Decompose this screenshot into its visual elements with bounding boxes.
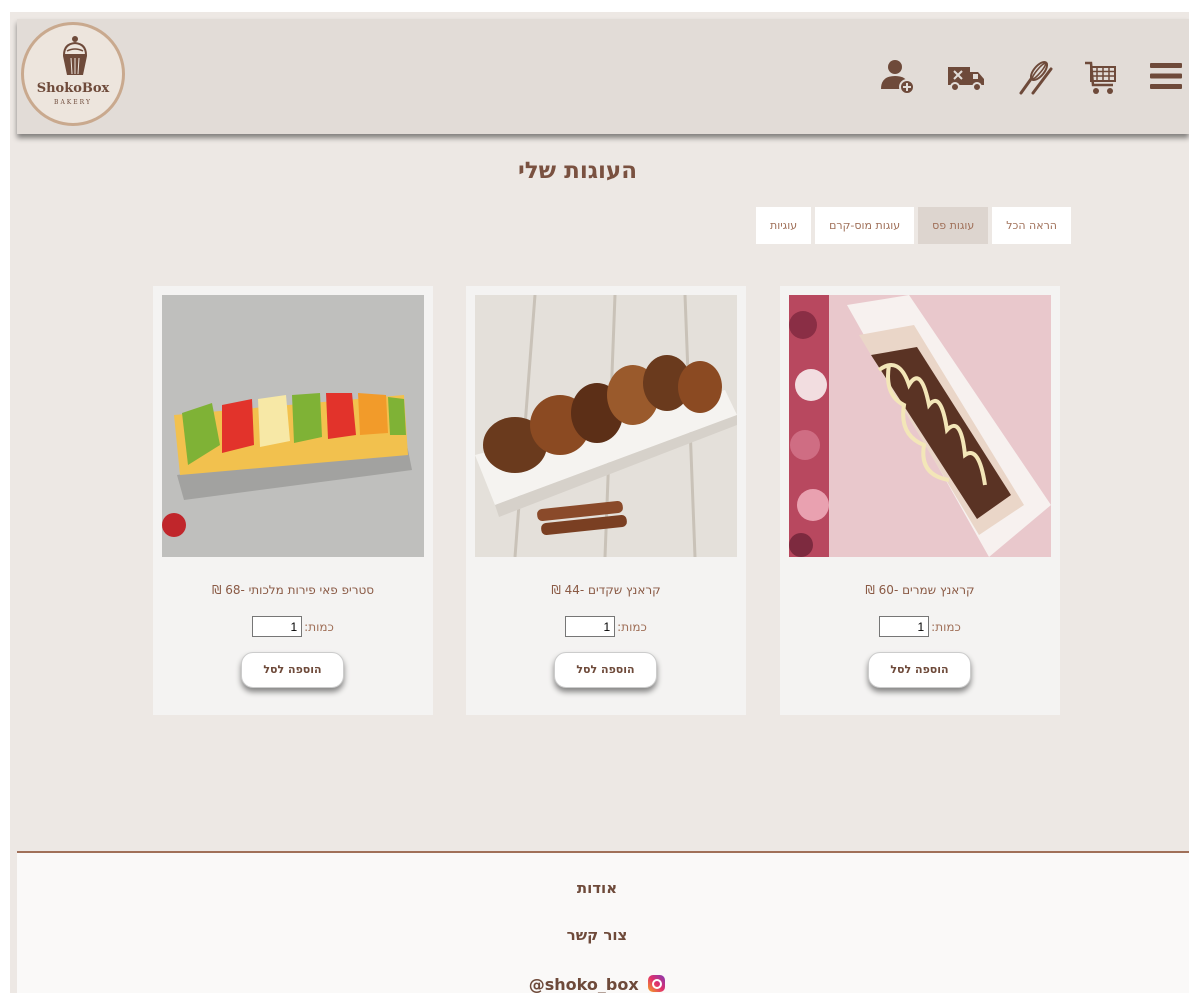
footer: אודות צור קשר @shoko_box bbox=[17, 851, 1189, 993]
product-name: קראנץ שקדים -44 ₪ bbox=[551, 583, 661, 597]
category-filters: הראה הכל עוגות פס עוגות מוס-קרם עוגיות bbox=[752, 207, 1071, 244]
hamburger-menu-icon[interactable] bbox=[1149, 59, 1189, 99]
quantity-row: כמות: bbox=[466, 616, 746, 637]
quantity-input[interactable] bbox=[252, 616, 303, 637]
page-title: העוגות שלי bbox=[517, 158, 638, 184]
add-to-cart-button[interactable]: הוספה לסל bbox=[241, 652, 344, 688]
footer-link-contact[interactable]: צור קשר bbox=[17, 926, 1177, 944]
filter-mousse-cakes[interactable]: עוגות מוס-קרם bbox=[815, 207, 915, 244]
quantity-label: כמות: bbox=[931, 619, 961, 634]
product-image[interactable] bbox=[475, 295, 737, 557]
quantity-row: כמות: bbox=[153, 616, 433, 637]
filter-show-all[interactable]: הראה הכל bbox=[992, 207, 1071, 244]
quantity-input[interactable] bbox=[565, 616, 616, 637]
product-name: קראנץ שמרים -60 ₪ bbox=[865, 583, 975, 597]
instagram-link[interactable]: @shoko_box bbox=[17, 975, 1177, 993]
whisk-icon[interactable] bbox=[1017, 59, 1057, 99]
instagram-handle: @shoko_box bbox=[528, 975, 639, 993]
logo[interactable]: ShokoBox BAKERY bbox=[21, 22, 125, 126]
product-name: סטריפ פאי פירות מלכותי -68 ₪ bbox=[211, 583, 375, 597]
logo-name: ShokoBox bbox=[36, 81, 110, 96]
delivery-truck-icon[interactable] bbox=[946, 59, 986, 99]
logo-tagline: BAKERY bbox=[54, 99, 92, 106]
product-image[interactable] bbox=[789, 295, 1051, 557]
filter-strip-cakes[interactable]: עוגות פס bbox=[918, 207, 989, 244]
product-image[interactable] bbox=[162, 295, 424, 557]
quantity-input[interactable] bbox=[879, 616, 930, 637]
quantity-row: כמות: bbox=[780, 616, 1060, 637]
header: ShokoBox BAKERY bbox=[17, 19, 1189, 134]
product-card: קראנץ שמרים -60 ₪ כמות: הוספה לסל bbox=[780, 286, 1060, 715]
quantity-label: כמות: bbox=[304, 619, 334, 634]
add-to-cart-button[interactable]: הוספה לסל bbox=[868, 652, 971, 688]
shopping-cart-icon[interactable] bbox=[1083, 59, 1123, 99]
add-to-cart-button[interactable]: הוספה לסל bbox=[554, 652, 657, 688]
add-user-icon[interactable] bbox=[880, 59, 920, 99]
instagram-icon bbox=[648, 975, 666, 992]
product-card: קראנץ שקדים -44 ₪ כמות: הוספה לסל bbox=[466, 286, 746, 715]
page: ShokoBox BAKERY העוגות שלי הראה הכל עוגו… bbox=[10, 12, 1189, 993]
quantity-label: כמות: bbox=[617, 619, 647, 634]
filter-cookies[interactable]: עוגיות bbox=[756, 207, 812, 244]
footer-link-about[interactable]: אודות bbox=[17, 879, 1177, 897]
product-card: סטריפ פאי פירות מלכותי -68 ₪ כמות: הוספה… bbox=[153, 286, 433, 715]
cupcake-icon bbox=[62, 36, 88, 75]
